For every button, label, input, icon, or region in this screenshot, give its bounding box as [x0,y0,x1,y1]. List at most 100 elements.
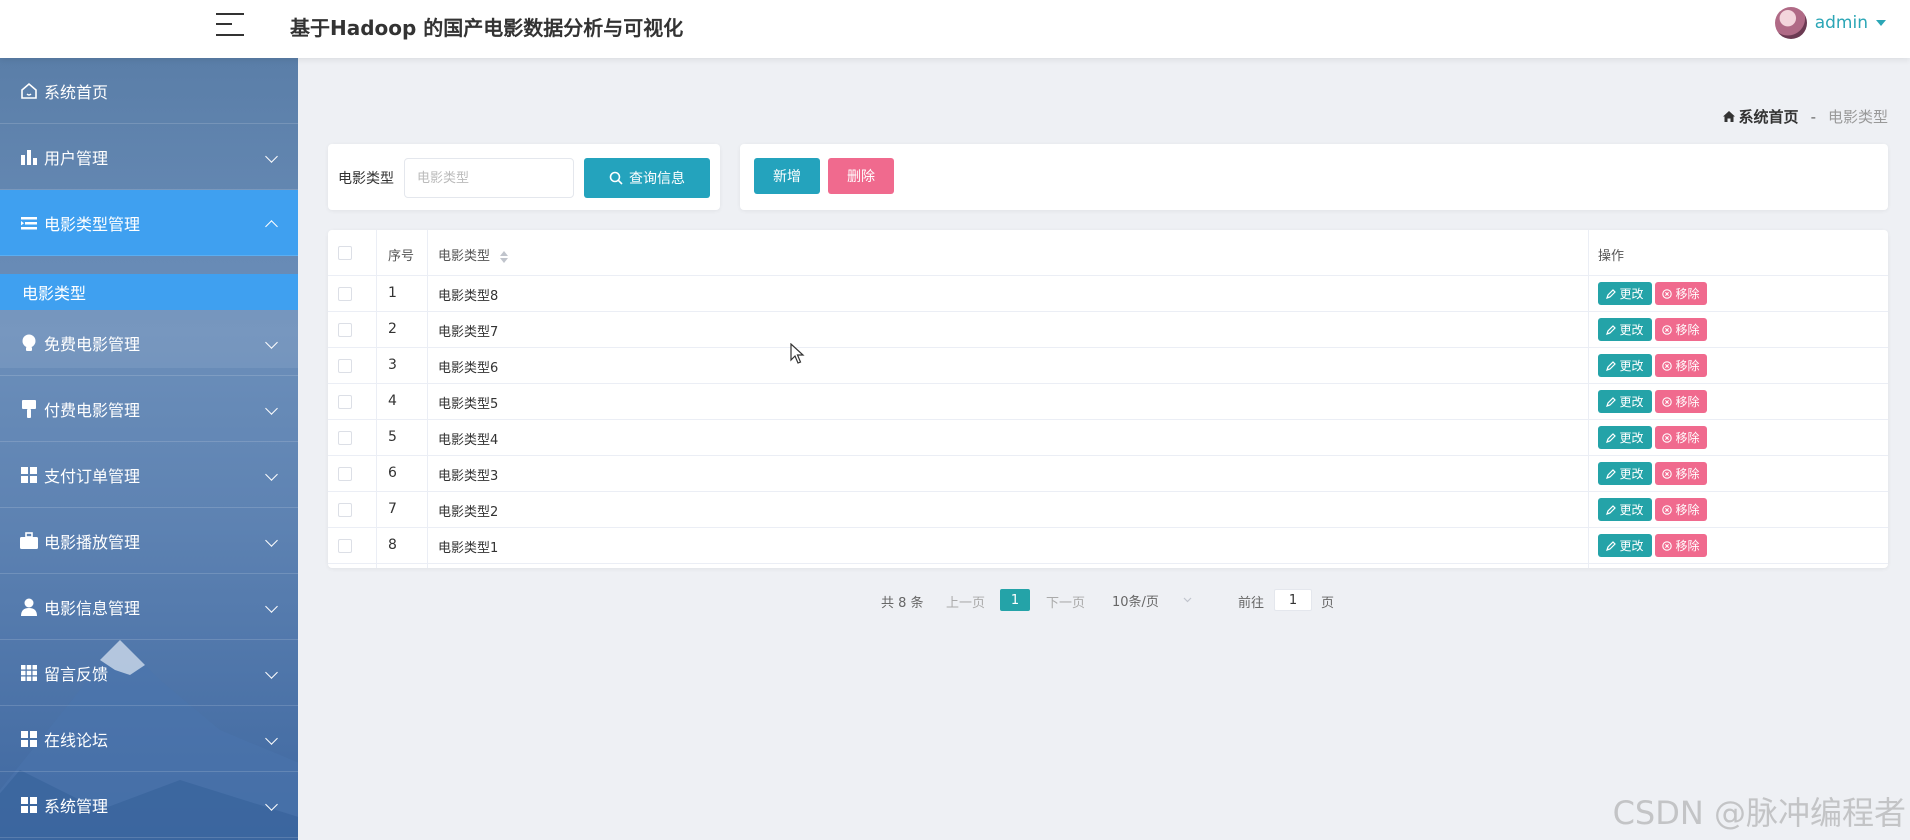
sidebar-item-system-management[interactable]: 系统管理 [0,772,298,838]
grid-icon [18,794,40,816]
edit-button[interactable]: 更改 [1598,354,1652,377]
remove-button[interactable]: 移除 [1655,426,1707,449]
chevron-down-icon [265,402,278,415]
sidebar-item-online-forum[interactable]: 在线论坛 [0,706,298,772]
row-index: 8 [388,537,397,553]
remove-button-label: 移除 [1675,287,1700,301]
table-row: 3 电影类型6 更改 移除 [328,348,1888,384]
sidebar-item-label: 付费电影管理 [44,400,141,420]
movie-type-table: 序号 电影类型 操作 1 电影类型8 更改 移除 2 电影类型7 更改 移除 3… [328,230,1888,568]
breadcrumb-home[interactable]: 系统首页 [1722,106,1799,127]
sidebar-item-paid-movie-management[interactable]: 付费电影管理 [0,376,298,442]
pagination-page-1[interactable]: 1 [1000,589,1030,611]
pagination-page-suffix: 页 [1321,596,1335,611]
remove-button[interactable]: 移除 [1655,462,1707,485]
sidebar-item-movie-type-management[interactable]: 电影类型管理 [0,190,298,256]
pagination-goto-label: 前往 [1238,596,1265,611]
row-movie-type: 电影类型6 [438,361,499,376]
close-circle-icon [1662,288,1673,299]
row-checkbox[interactable] [338,539,352,553]
menu-toggle-icon[interactable] [216,11,244,39]
search-panel: 电影类型 查询信息 [328,144,720,210]
search-button-label: 查询信息 [629,171,685,187]
remove-button[interactable]: 移除 [1655,354,1707,377]
row-index: 6 [388,465,397,481]
sidebar-item-movie-play-management[interactable]: 电影播放管理 [0,508,298,574]
row-checkbox[interactable] [338,359,352,373]
avatar [1774,7,1807,39]
row-movie-type: 电影类型8 [438,289,499,304]
list-icon [18,212,40,234]
movie-type-search-input[interactable] [404,158,574,198]
edit-button[interactable]: 更改 [1598,426,1652,449]
page-size-select[interactable]: 10条/页 [1112,589,1192,611]
column-header-label: 电影类型 [438,249,491,264]
submenu-item-label: 电影类型 [22,284,87,303]
edit-button[interactable]: 更改 [1598,498,1652,521]
remove-button[interactable]: 移除 [1655,318,1707,341]
remove-button-label: 移除 [1675,539,1700,553]
edit-button-label: 更改 [1619,323,1644,337]
table-row: 1 电影类型8 更改 移除 [328,276,1888,312]
row-checkbox[interactable] [338,467,352,481]
delete-button[interactable]: 删除 [828,158,894,194]
sidebar-item-payment-order-management[interactable]: 支付订单管理 [0,442,298,508]
lightbulb-icon [18,332,40,354]
edit-button[interactable]: 更改 [1598,390,1652,413]
remove-button[interactable]: 移除 [1655,390,1707,413]
edit-button[interactable]: 更改 [1598,462,1652,485]
edit-button[interactable]: 更改 [1598,282,1652,305]
grid-icon [18,464,40,486]
edit-button[interactable]: 更改 [1598,318,1652,341]
top-header: 基于Hadoop 的国产电影数据分析与可视化 admin [0,0,1910,58]
table-row: 8 电影类型1 更改 移除 [328,528,1888,564]
column-header-actions: 操作 [1598,249,1625,264]
row-checkbox[interactable] [338,287,352,301]
table-row: 6 电影类型3 更改 移除 [328,456,1888,492]
remove-button[interactable]: 移除 [1655,498,1707,521]
column-header-movie-type[interactable]: 电影类型 [438,245,509,264]
grid-icon [18,728,40,750]
row-index: 1 [388,285,397,301]
watermark: CSDN @脉冲编程者 [1612,794,1906,832]
add-button[interactable]: 新增 [754,158,820,194]
table-row: 4 电影类型5 更改 移除 [328,384,1888,420]
sidebar-item-label: 电影播放管理 [44,532,141,552]
row-checkbox[interactable] [338,323,352,337]
pagination-next-button[interactable]: 下一页 [1046,592,1085,611]
sidebar-item-home[interactable]: 系统首页 [0,58,298,124]
row-movie-type: 电影类型1 [438,541,499,556]
select-all-checkbox[interactable] [338,246,352,260]
chevron-down-icon [265,150,278,163]
sidebar-item-label: 系统首页 [44,82,109,102]
remove-button[interactable]: 移除 [1655,534,1707,557]
breadcrumb-separator: - [1810,107,1816,126]
sidebar-item-free-movie-management[interactable]: 免费电影管理 [0,310,298,376]
sidebar-item-feedback[interactable]: 留言反馈 [0,640,298,706]
sort-icon[interactable] [500,250,509,263]
pagination-prev-button[interactable]: 上一页 [946,592,985,611]
search-button[interactable]: 查询信息 [584,158,710,198]
caret-down-icon [1876,20,1886,26]
sidebar-item-label: 支付订单管理 [44,466,141,486]
pagination-goto-input[interactable] [1274,589,1312,611]
close-circle-icon [1662,540,1673,551]
pencil-icon [1606,288,1617,299]
action-panel: 新增 删除 [740,144,1888,210]
sidebar-item-label: 电影类型管理 [44,214,141,234]
page-size-value: 10条/页 [1112,594,1159,610]
submenu-item-movie-type[interactable]: 电影类型 [0,274,298,310]
pagination: 共 8 条 上一页 1 下一页 10条/页 前往 页 [0,589,1910,613]
row-checkbox[interactable] [338,395,352,409]
row-checkbox[interactable] [338,503,352,517]
edit-button-label: 更改 [1619,431,1644,445]
mouse-cursor-icon [790,343,805,364]
row-index: 5 [388,429,397,445]
row-checkbox[interactable] [338,431,352,445]
sidebar-item-label: 在线论坛 [44,730,109,750]
sidebar-item-user-management[interactable]: 用户管理 [0,124,298,190]
edit-button[interactable]: 更改 [1598,534,1652,557]
user-menu[interactable]: admin [1774,6,1886,40]
remove-button[interactable]: 移除 [1655,282,1707,305]
sidebar: 系统首页 用户管理 电影类型管理 电影类型 免费电影管理 付费电影管理 支付订单… [0,58,298,840]
